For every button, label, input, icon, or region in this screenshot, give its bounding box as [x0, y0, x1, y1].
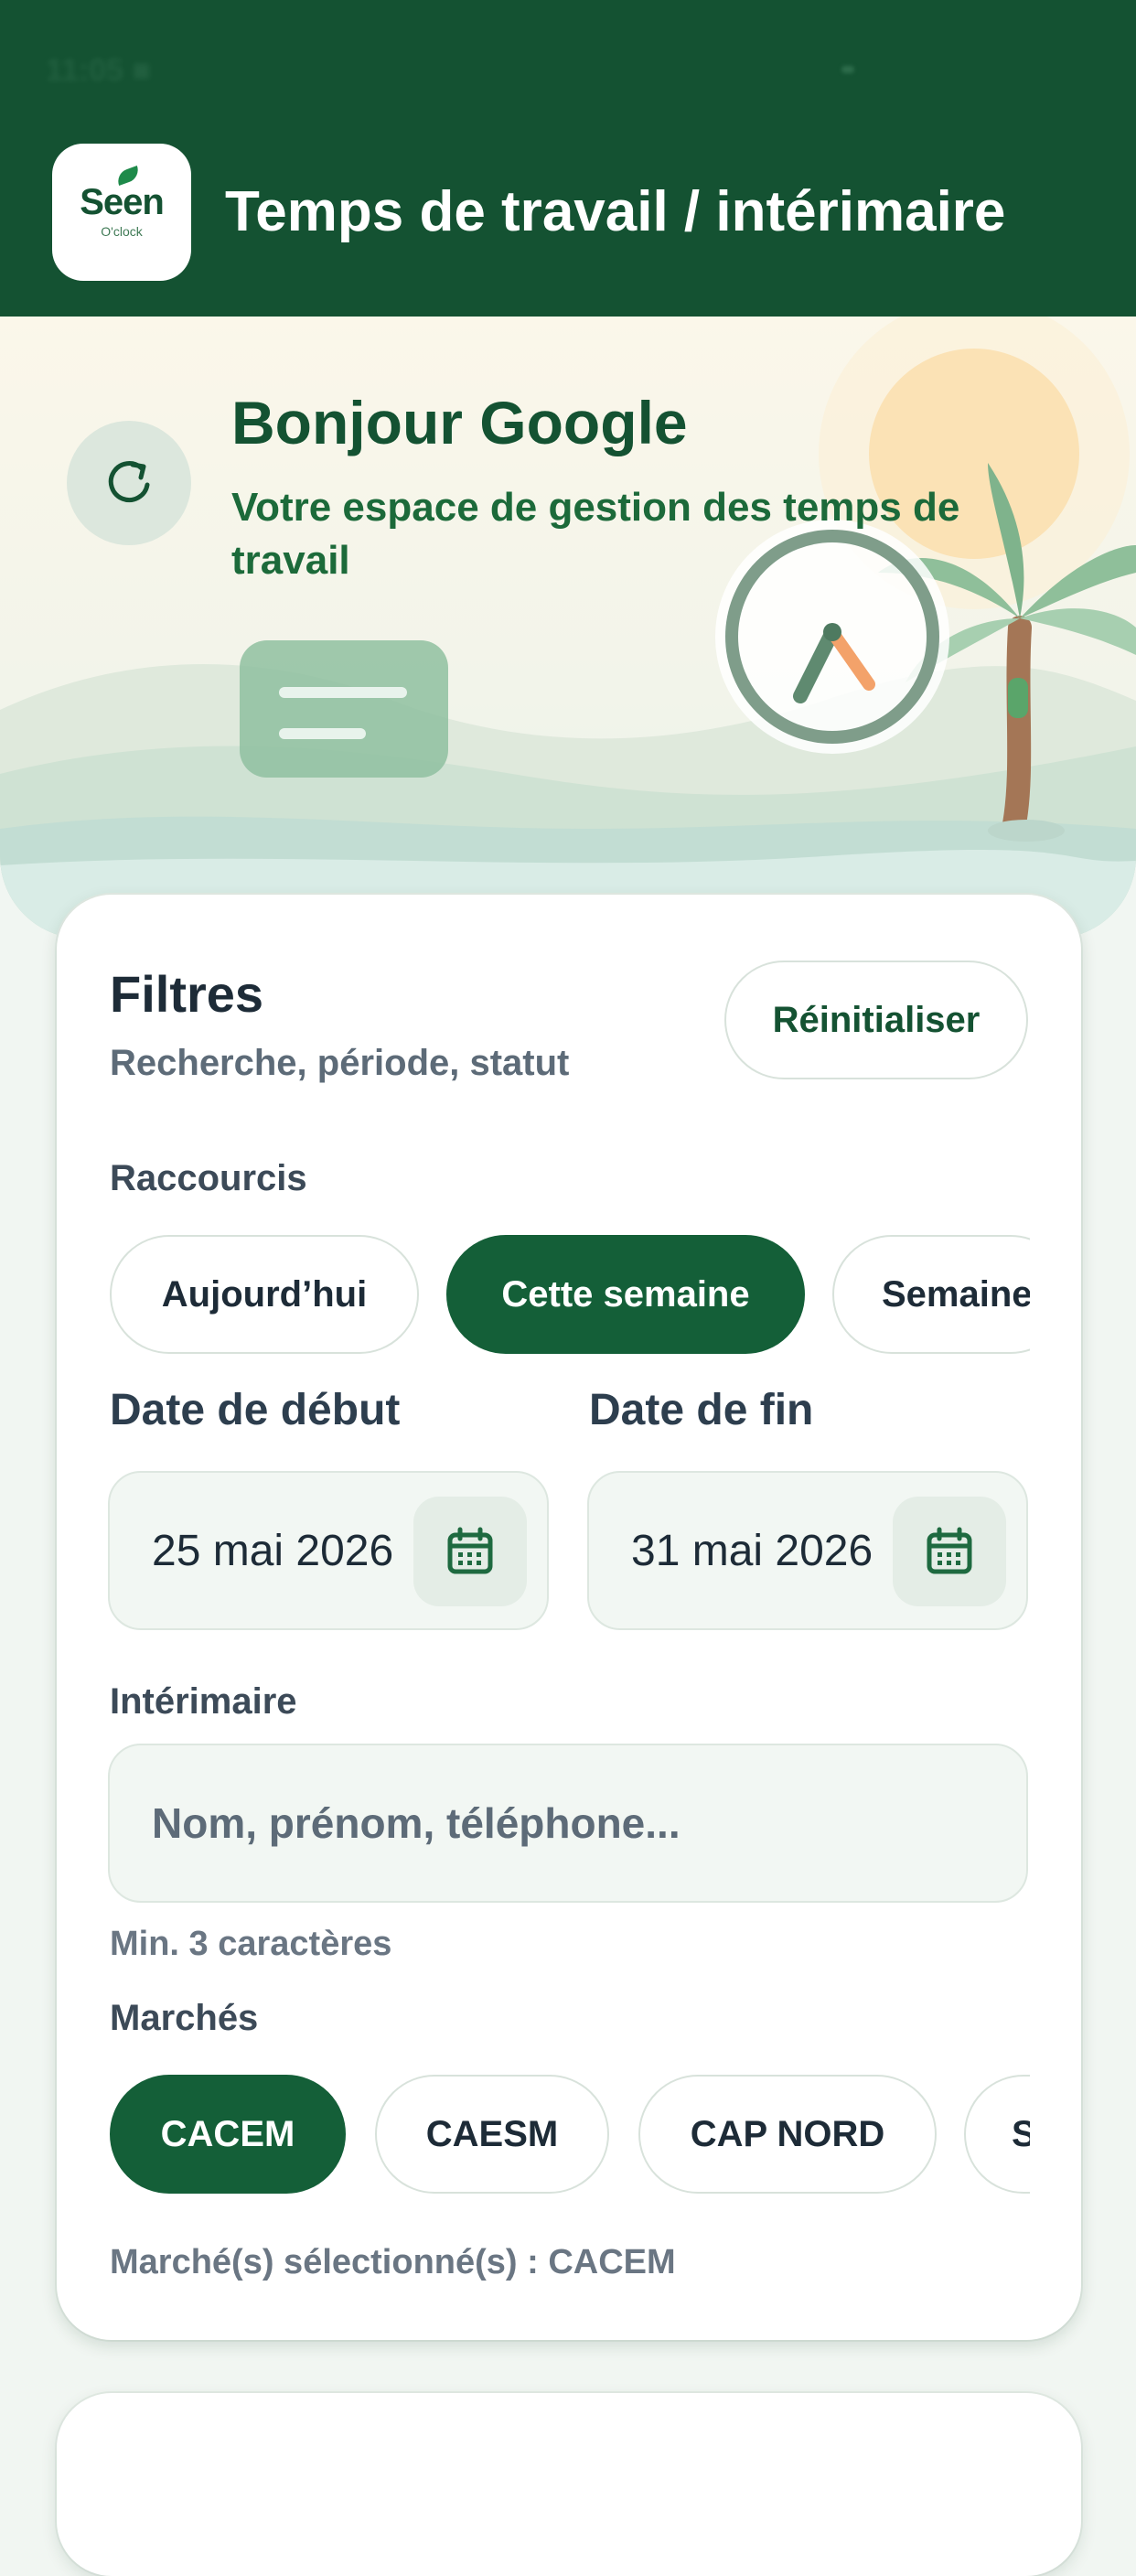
- app-bar: 11:05 ■ Seen O'clock Temps de travail / …: [0, 0, 1136, 317]
- results-card: [57, 2393, 1081, 2576]
- start-date-label: Date de début: [110, 1386, 401, 1434]
- markets-row[interactable]: CACEM CAESM CAP NORD S: [110, 2075, 1030, 2195]
- shortcut-today[interactable]: Aujourd’hui: [110, 1235, 419, 1354]
- greeting-subtitle: Votre espace de gestion des temps de tra…: [231, 485, 960, 583]
- greeting-title: Bonjour Google: [231, 389, 688, 456]
- markets-label: Marchés: [110, 1998, 259, 2038]
- refresh-button[interactable]: [67, 421, 191, 545]
- status-bar-indicator: [841, 66, 854, 73]
- filters-title: Filtres: [110, 965, 264, 1023]
- search-hint: Min. 3 caractères: [110, 1925, 392, 1963]
- market-chip-caesm[interactable]: CAESM: [375, 2075, 609, 2194]
- start-date-field[interactable]: 25 mai 2026: [108, 1471, 549, 1630]
- calendar-icon: [927, 1527, 972, 1574]
- shortcuts-row[interactable]: Aujourd’hui Cette semaine Semaine: [110, 1235, 1030, 1356]
- end-date-calendar-button[interactable]: [893, 1497, 1006, 1606]
- end-date-label: Date de fin: [589, 1386, 814, 1434]
- app-logo: Seen O'clock: [52, 144, 191, 281]
- start-date-value: 25 mai 2026: [152, 1527, 394, 1575]
- logo-subtext: O'clock: [101, 224, 143, 239]
- end-date-value: 31 mai 2026: [631, 1527, 873, 1575]
- selected-markets-text: Marché(s) sélectionné(s) : CACEM: [110, 2243, 676, 2281]
- start-date-calendar-button[interactable]: [413, 1497, 527, 1606]
- filters-card: Filtres Recherche, période, statut Réini…: [57, 895, 1081, 2340]
- refresh-icon: [108, 461, 150, 503]
- temp-worker-search-input[interactable]: Nom, prénom, téléphone...: [108, 1744, 1028, 1903]
- end-date-field[interactable]: 31 mai 2026: [587, 1471, 1028, 1630]
- shortcuts-label: Raccourcis: [110, 1158, 307, 1198]
- logo-text: Seen: [80, 182, 165, 222]
- status-bar-time: 11:05 ■: [46, 53, 152, 88]
- reset-button[interactable]: Réinitialiser: [724, 961, 1028, 1079]
- market-chip-cacem[interactable]: CACEM: [110, 2075, 346, 2194]
- shortcut-this-week[interactable]: Cette semaine: [446, 1235, 805, 1354]
- calendar-icon: [447, 1527, 493, 1574]
- filters-subtitle: Recherche, période, statut: [110, 1043, 570, 1083]
- temp-worker-label: Intérimaire: [110, 1681, 297, 1722]
- temp-worker-placeholder: Nom, prénom, téléphone...: [152, 1799, 681, 1847]
- page-title: Temps de travail / intérimaire: [225, 180, 1006, 243]
- market-chip-s[interactable]: S: [964, 2075, 1030, 2194]
- market-chip-cap-nord[interactable]: CAP NORD: [638, 2075, 937, 2194]
- shortcut-week[interactable]: Semaine: [832, 1235, 1030, 1354]
